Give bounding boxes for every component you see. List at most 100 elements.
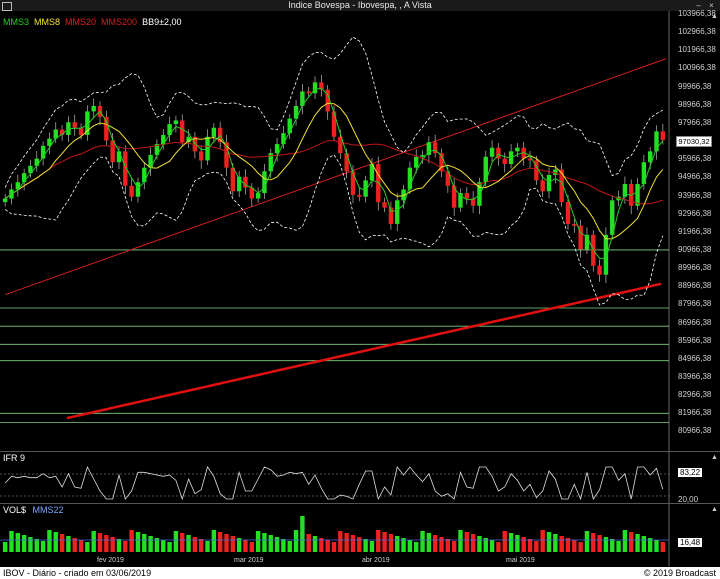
volume-bar [230, 536, 236, 552]
volume-bar [414, 542, 419, 552]
volume-bar [287, 541, 292, 552]
vol-collapse-icon[interactable]: ▲ [710, 505, 719, 514]
price-axis-label: 88966,38 [678, 281, 712, 291]
window-title-bar: Indice Bovespa - Ibovespa, , A Vista – × [0, 0, 720, 11]
volume-bar [243, 540, 248, 552]
volume-bar [224, 534, 229, 552]
volume-bar [629, 532, 634, 552]
volume-bar [344, 533, 349, 552]
volume-bar [129, 530, 134, 552]
candle-body [597, 265, 602, 275]
volume-bar [15, 533, 21, 552]
volume-bar [300, 516, 305, 552]
volume-bar [173, 531, 179, 552]
volume-bar [47, 530, 52, 552]
candle-body [489, 147, 495, 157]
price-axis-label: 89966,38 [678, 263, 712, 273]
volume-bar [616, 541, 621, 552]
candle-body [395, 200, 400, 224]
volume-bar [40, 541, 46, 552]
volume-bar [21, 535, 27, 552]
candle-body [230, 167, 236, 192]
volume-bar [540, 530, 545, 552]
vol-legend: VOL$ MMS22 [3, 505, 64, 515]
candle-body [515, 147, 520, 152]
candle-body [565, 202, 571, 224]
candle-body [451, 185, 457, 208]
volume-bar [180, 533, 185, 552]
candle-body [255, 193, 261, 199]
volume-bar [559, 536, 564, 552]
chart-icon [2, 2, 12, 11]
volume-bar [477, 536, 482, 552]
window-title: Indice Bovespa - Ibovespa, , A Vista [288, 0, 432, 10]
volume-bar [496, 542, 501, 552]
price-axis-label: 97966,38 [678, 117, 712, 127]
price-axis-label: 81966,38 [678, 408, 712, 418]
volume-bar [116, 539, 122, 552]
footer-info: IBOV - Diário - criado em 03/06/2019 [3, 568, 152, 578]
price-axis-label: 80966,38 [678, 426, 712, 436]
candle-body [464, 193, 469, 199]
price-axis-label: 99966,38 [678, 81, 712, 91]
volume-bar [331, 542, 337, 552]
candle-body [135, 182, 141, 197]
candle-body [546, 174, 552, 192]
mms3-line [4, 87, 664, 259]
vol-panel-separator [0, 503, 720, 504]
volume-bar [53, 532, 58, 552]
volume-bar [635, 534, 640, 552]
volume-bar [2, 542, 8, 552]
volume-bar [192, 537, 198, 552]
candle-body [173, 120, 179, 125]
volume-bar [205, 541, 210, 552]
candle-body [2, 198, 8, 203]
price-axis-label: 90966,38 [678, 244, 712, 254]
volume-bar [217, 532, 223, 552]
candle-body [167, 124, 172, 135]
volume-bar [110, 537, 115, 552]
volume-bar [388, 534, 394, 552]
status-footer: IBOV - Diário - criado em 03/06/2019 © 2… [0, 567, 720, 579]
volume-bar [167, 542, 172, 552]
candle-body [414, 156, 419, 168]
mms20-line [4, 140, 663, 205]
volume-bar [148, 536, 153, 552]
volume-bar [85, 542, 90, 552]
volume-bar [527, 539, 533, 552]
candle-body [357, 194, 362, 197]
volume-bar [395, 536, 400, 552]
volume-bar [255, 531, 261, 552]
candle-body [274, 144, 280, 154]
ifr-panel-separator [0, 451, 720, 452]
price-axis-label: 87966,38 [678, 299, 712, 309]
vol-ma-label: MMS22 [32, 505, 64, 515]
volume-bar [97, 533, 103, 552]
price-axis-label: 100966,38 [678, 63, 716, 73]
vol-label: VOL$ [3, 505, 27, 515]
volume-bar [610, 539, 615, 552]
volume-bar [622, 530, 628, 552]
volume-bar [312, 536, 318, 552]
price-axis-label: 101966,38 [678, 45, 716, 55]
candle-body [34, 158, 39, 166]
candle-body [281, 133, 286, 145]
volume-bar [268, 535, 273, 552]
volume-bar [281, 539, 286, 552]
candle-body [211, 127, 217, 137]
panel-scroll-up-icon[interactable]: ▲ [710, 12, 719, 21]
volume-bar [350, 535, 356, 552]
price-axis-label: 82966,38 [678, 390, 712, 400]
volume-bar [78, 540, 84, 552]
volume-bar [584, 531, 590, 552]
price-chart[interactable] [0, 11, 720, 566]
candle-body [420, 154, 425, 157]
volume-bar [135, 532, 141, 552]
volume-bar [357, 537, 362, 552]
candle-body [540, 180, 545, 192]
price-axis-label: 84966,38 [678, 353, 712, 363]
volume-bar [274, 537, 280, 552]
ifr-collapse-icon[interactable]: ▲ [710, 453, 719, 462]
volume-bar [439, 537, 444, 552]
volume-bar [186, 535, 191, 552]
